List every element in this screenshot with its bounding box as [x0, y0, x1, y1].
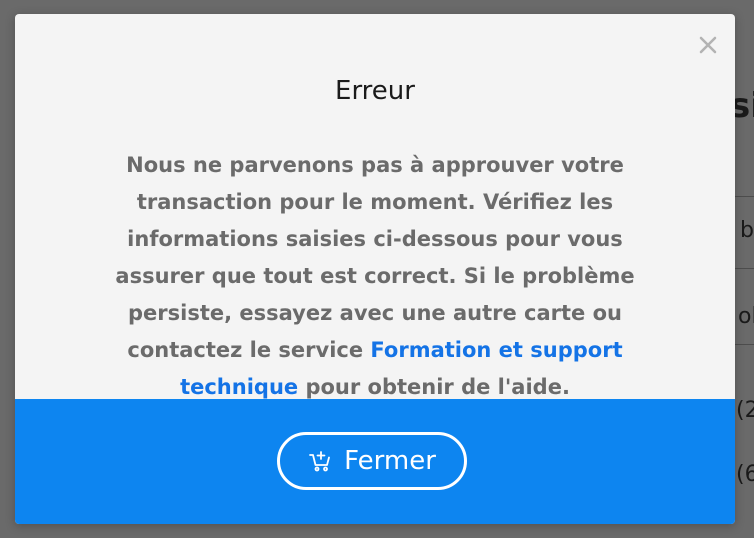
background-divider	[735, 196, 754, 197]
dialog-message: Nous ne parvenons pas à approuver votre …	[79, 147, 671, 406]
dialog-close-button[interactable]	[695, 32, 721, 58]
background-divider	[735, 344, 754, 345]
background-text-fragment: (6	[736, 462, 754, 487]
background-text-fragment: ol	[738, 304, 754, 329]
error-dialog: Erreur Nous ne parvenons pas à approuver…	[15, 14, 735, 524]
fermer-button-label: Fermer	[344, 446, 436, 476]
fermer-button[interactable]: Fermer	[277, 432, 467, 490]
background-text-fragment: b	[740, 218, 754, 243]
background-text-fragment: (2	[736, 398, 754, 423]
close-icon	[699, 36, 717, 54]
message-text: Nous ne parvenons pas à approuver votre …	[115, 153, 635, 362]
message-text-end: pour obtenir de l'aide.	[298, 375, 570, 399]
cart-add-icon	[309, 451, 331, 472]
dialog-footer: Fermer	[15, 399, 735, 524]
dialog-title: Erreur	[335, 76, 415, 106]
background-divider	[735, 268, 754, 269]
